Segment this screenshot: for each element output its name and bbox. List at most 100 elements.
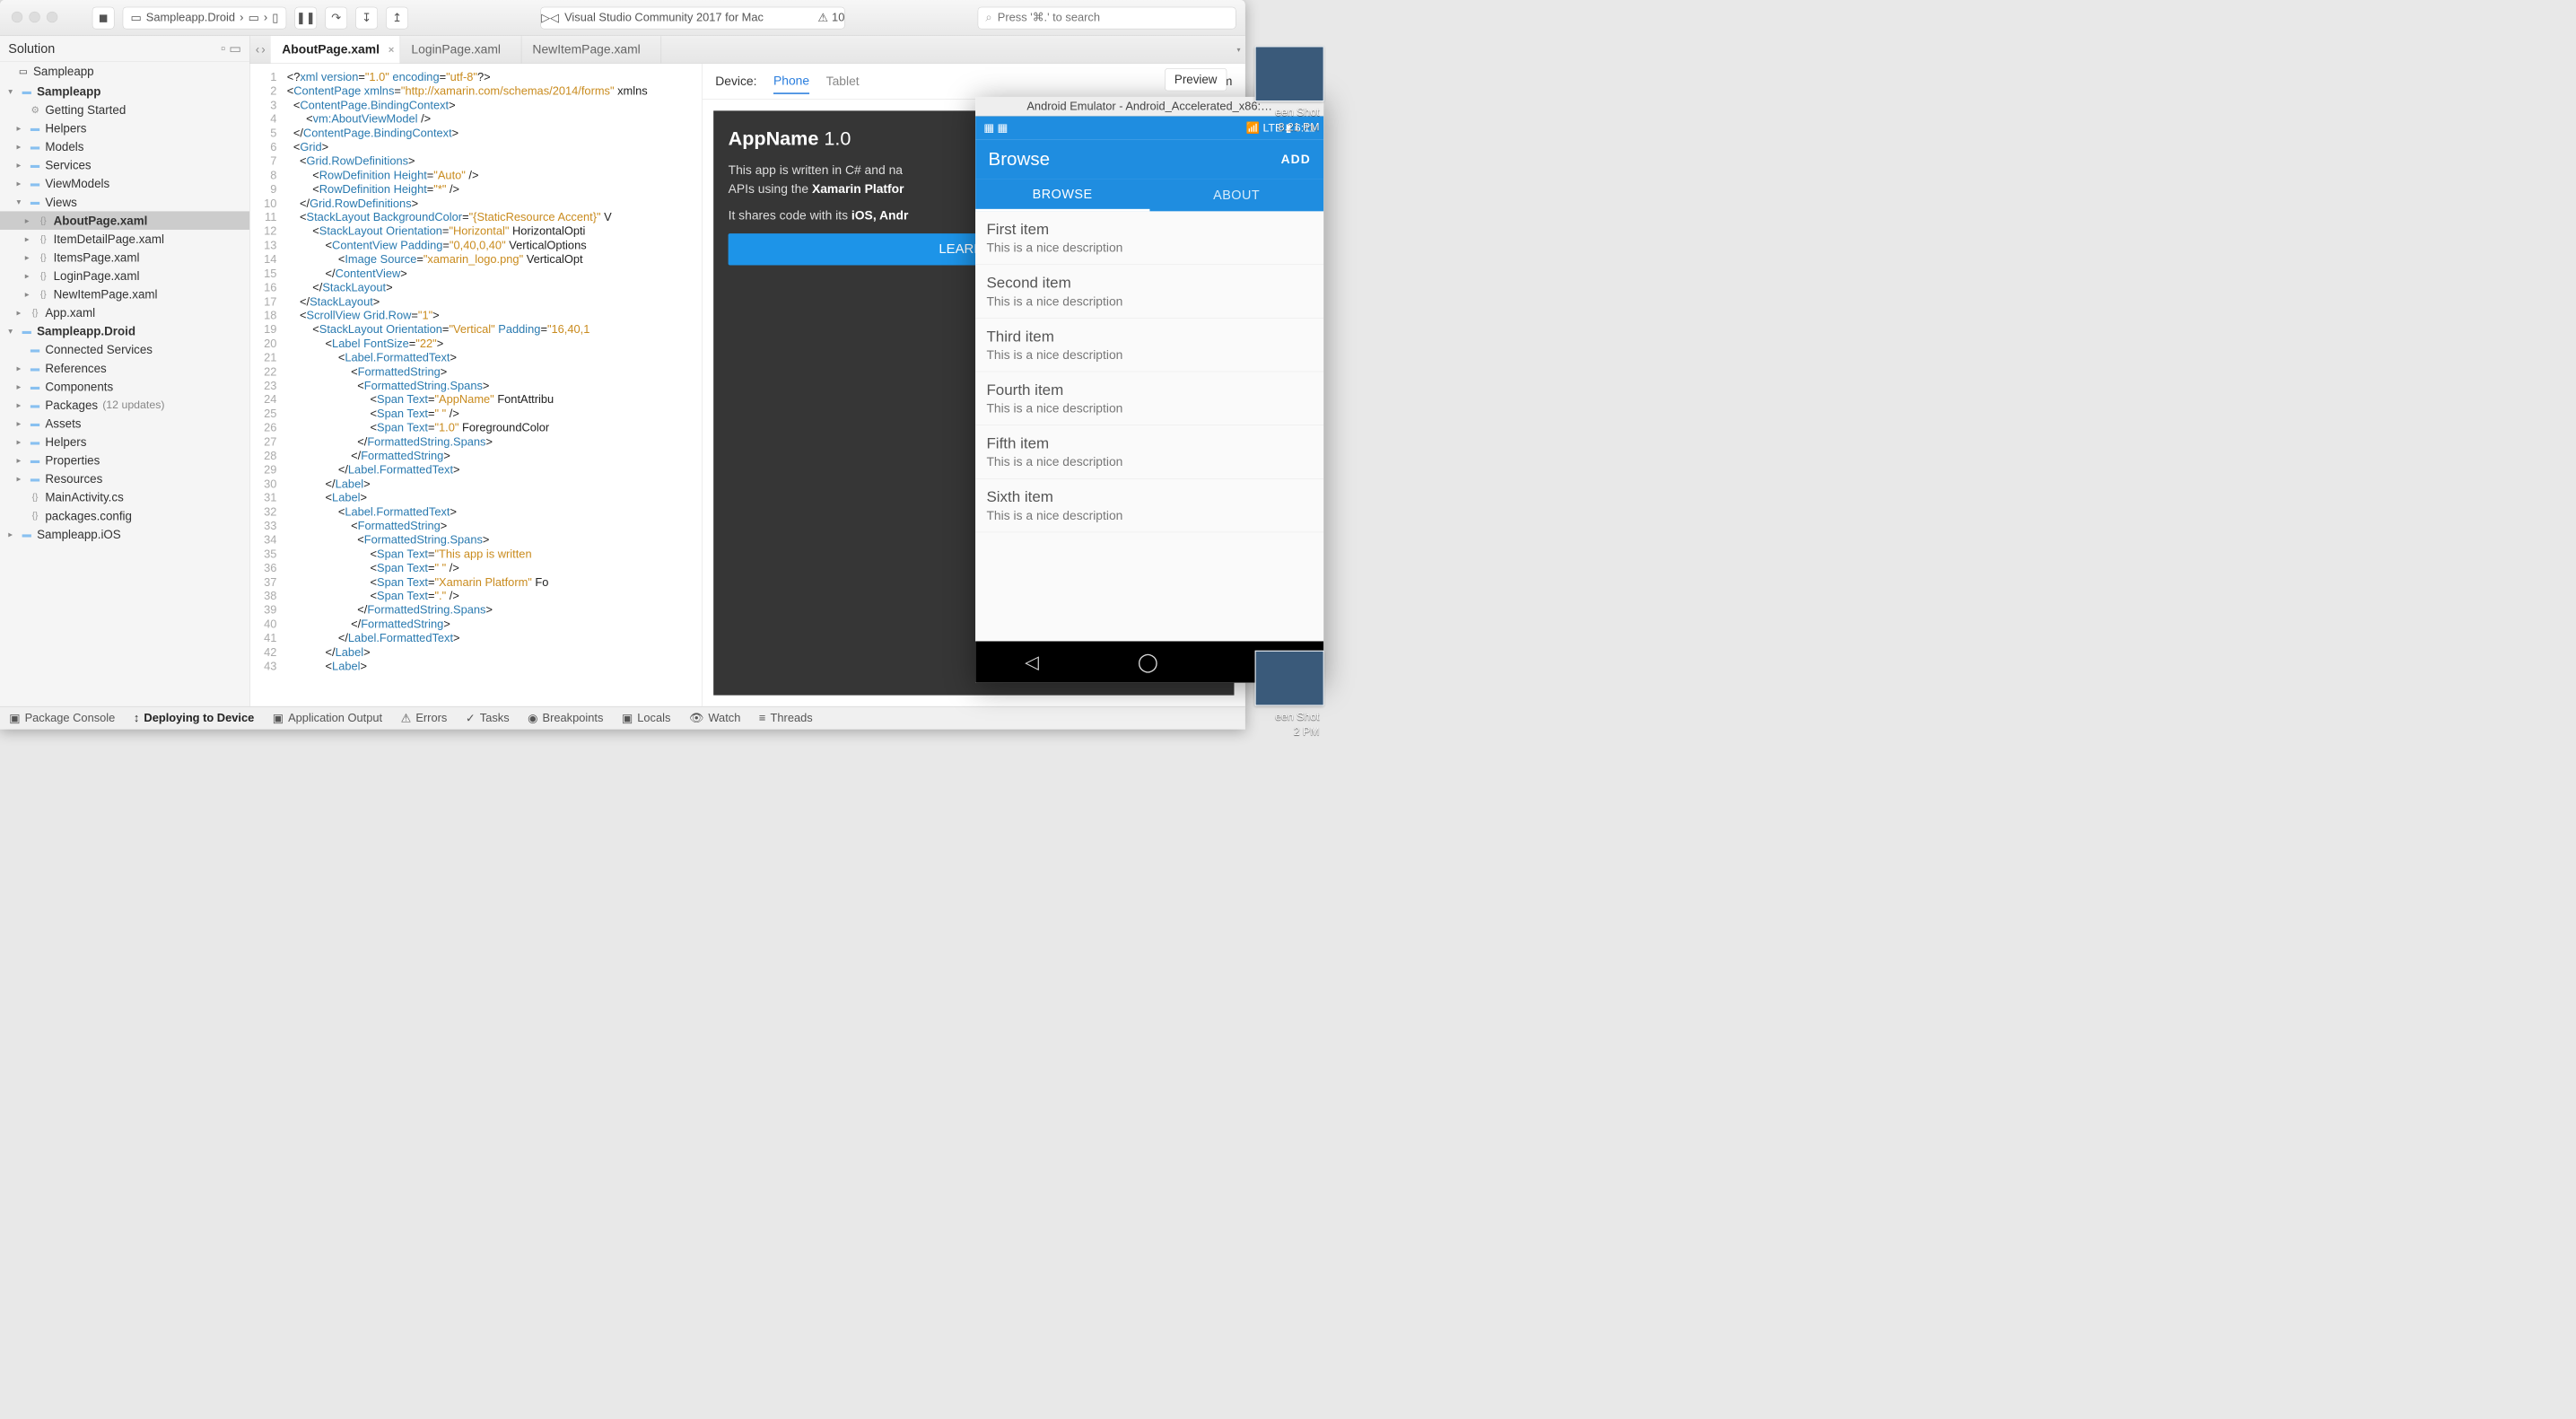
tree-item[interactable]: ▸ ▬ Helpers xyxy=(0,433,249,451)
tree-item[interactable]: ▸ ▬ References xyxy=(0,359,249,378)
tree-item[interactable]: ▬ Connected Services xyxy=(0,340,249,359)
tree-label: Packages xyxy=(45,398,98,412)
browse-tab[interactable]: BROWSE xyxy=(975,179,1149,211)
step-over-button[interactable]: ↷ xyxy=(325,6,347,29)
tree-item[interactable]: ▸ ▬ Packages (12 updates) xyxy=(0,396,249,415)
search-input[interactable] xyxy=(998,11,1228,24)
zoom-window-button[interactable] xyxy=(47,12,57,22)
emulator-appbar: Browse ADD xyxy=(975,139,1323,179)
tree-item[interactable]: ▸ ▬ Properties xyxy=(0,451,249,470)
file-icon: {} xyxy=(30,510,40,521)
list-item[interactable]: Fourth itemThis is a nice description xyxy=(975,372,1323,425)
tree-label: ItemDetailPage.xaml xyxy=(54,232,164,246)
solution-tree[interactable]: ▾ ▬ Sampleapp ⚙ Getting Started ▸ ▬ Help… xyxy=(0,80,249,705)
pad-mode-icon[interactable]: ▫ xyxy=(221,41,225,57)
pad-collapse-icon[interactable]: ▭ xyxy=(229,41,241,57)
nav-back-button[interactable]: ‹ xyxy=(256,42,259,57)
locals-pad[interactable]: ▣Locals xyxy=(622,711,670,724)
add-button[interactable]: ADD xyxy=(1281,152,1311,166)
folder-icon: ▬ xyxy=(22,326,32,337)
device-tablet-tab[interactable]: Tablet xyxy=(826,70,860,93)
tree-item[interactable]: ▸ {} ItemsPage.xaml xyxy=(0,249,249,267)
tree-item[interactable]: ▾ ▬ Sampleapp.Droid xyxy=(0,322,249,341)
tree-label: Helpers xyxy=(45,434,86,449)
list-item[interactable]: Second itemThis is a nice description xyxy=(975,265,1323,319)
document-tab[interactable]: NewItemPage.xaml xyxy=(521,36,661,63)
desktop-thumbnail[interactable] xyxy=(1255,651,1324,706)
folder-icon: ▬ xyxy=(22,86,32,97)
tree-item[interactable]: ▸ {} AboutPage.xaml xyxy=(0,211,249,230)
caret-icon: ▸ xyxy=(8,530,16,539)
about-tab[interactable]: ABOUT xyxy=(1149,179,1323,211)
tree-item[interactable]: ▸ ▬ Resources xyxy=(0,469,249,488)
caret-icon: ▸ xyxy=(17,381,25,391)
tree-item[interactable]: ▸ {} ItemDetailPage.xaml xyxy=(0,230,249,249)
tree-item[interactable]: ▸ {} NewItemPage.xaml xyxy=(0,285,249,304)
tree-item[interactable]: ▸ ▬ Services xyxy=(0,156,249,175)
document-tab[interactable]: LoginPage.xaml xyxy=(400,36,521,63)
watch-pad[interactable]: 👁Watch xyxy=(689,712,740,725)
run-target-selector[interactable]: ▭ Sampleapp.Droid › ▭ › ▯ xyxy=(123,6,286,29)
tree-item[interactable]: ▸ ▬ Models xyxy=(0,137,249,156)
tree-label: Resources xyxy=(45,472,102,486)
folder-icon: ▬ xyxy=(30,178,40,188)
threads-pad[interactable]: ≡Threads xyxy=(759,712,813,725)
warnings-badge[interactable]: ⚠ 10 xyxy=(817,11,844,24)
pause-button[interactable]: ❚❚ xyxy=(294,6,317,29)
code-body[interactable]: <?xml version="1.0" encoding="utf-8"?> <… xyxy=(283,64,648,706)
tasks-pad[interactable]: ✓Tasks xyxy=(466,711,510,724)
terminal-icon: ▣ xyxy=(9,711,20,724)
package-console-pad[interactable]: ▣Package Console xyxy=(9,711,115,724)
back-button[interactable]: ◁ xyxy=(1025,652,1039,673)
item-title: First item xyxy=(986,221,1312,239)
desktop-file-label: een Shot xyxy=(1275,106,1319,118)
document-tab[interactable]: AboutPage.xaml× xyxy=(271,36,400,63)
desktop-file-label: 8.21 PM xyxy=(1279,121,1320,134)
list-item[interactable]: First itemThis is a nice description xyxy=(975,211,1323,265)
step-out-button[interactable]: ↥ xyxy=(386,6,408,29)
close-window-button[interactable] xyxy=(12,12,22,22)
tree-item[interactable]: ▸ ▬ Sampleapp.iOS xyxy=(0,525,249,544)
solution-root[interactable]: ▭ Sampleapp xyxy=(0,62,249,81)
list-item[interactable]: Sixth itemThis is a nice description xyxy=(975,479,1323,533)
close-icon[interactable]: × xyxy=(389,44,395,56)
tree-item[interactable]: ▸ ▬ ViewModels xyxy=(0,174,249,193)
list-item[interactable]: Third itemThis is a nice description xyxy=(975,319,1323,372)
tab-overflow-icon[interactable]: ▾ xyxy=(1237,45,1241,54)
step-into-button[interactable]: ↧ xyxy=(355,6,378,29)
device-label: Device: xyxy=(715,74,756,89)
tree-item[interactable]: ⚙ Getting Started xyxy=(0,101,249,119)
file-icon: {} xyxy=(38,252,48,263)
solution-explorer: Solution ▫ ▭ ▭ Sampleapp ▾ ▬ Sampleapp ⚙… xyxy=(0,36,250,706)
item-title: Fourth item xyxy=(986,381,1312,399)
desktop-thumbnail[interactable] xyxy=(1255,46,1324,101)
emulator-list[interactable]: First itemThis is a nice descriptionSeco… xyxy=(975,211,1323,641)
code-editor[interactable]: 1 2 3 4 5 6 7 8 9 10 11 12 13 14 15 16 1… xyxy=(250,64,703,706)
minimize-window-button[interactable] xyxy=(29,12,39,22)
application-output-pad[interactable]: ▣Application Output xyxy=(273,711,382,724)
tree-item[interactable]: ▸ ▬ Components xyxy=(0,377,249,396)
breakpoints-pad[interactable]: ◉Breakpoints xyxy=(528,711,603,724)
deploy-to-device-pad[interactable]: ↕Deploying to Device xyxy=(134,712,254,725)
nav-forward-button[interactable]: › xyxy=(261,42,265,57)
preview-button[interactable]: Preview xyxy=(1165,68,1227,91)
caret-icon: ▸ xyxy=(25,290,33,300)
window-traffic-lights xyxy=(12,12,57,22)
tree-label: Sampleapp.Droid xyxy=(37,324,135,338)
tree-item[interactable]: ▸ ▬ Helpers xyxy=(0,119,249,138)
tree-item[interactable]: {} packages.config xyxy=(0,506,249,525)
stop-button[interactable]: ◼ xyxy=(92,6,115,29)
tree-item[interactable]: ▸ ▬ Assets xyxy=(0,415,249,434)
global-search[interactable]: ⌕ xyxy=(978,6,1236,29)
device-phone-tab[interactable]: Phone xyxy=(773,69,809,94)
home-button[interactable]: ◯ xyxy=(1138,652,1158,673)
tree-label: packages.config xyxy=(45,509,132,523)
tree-item[interactable]: ▾ ▬ Sampleapp xyxy=(0,82,249,101)
tree-item[interactable]: ▸ {} LoginPage.xaml xyxy=(0,267,249,285)
tree-item[interactable]: ▸ {} App.xaml xyxy=(0,303,249,322)
tree-item[interactable]: {} MainActivity.cs xyxy=(0,488,249,507)
locals-icon: ▣ xyxy=(622,711,633,724)
list-item[interactable]: Fifth itemThis is a nice description xyxy=(975,425,1323,479)
errors-pad[interactable]: ⚠Errors xyxy=(401,711,448,724)
tree-item[interactable]: ▾ ▬ Views xyxy=(0,193,249,212)
